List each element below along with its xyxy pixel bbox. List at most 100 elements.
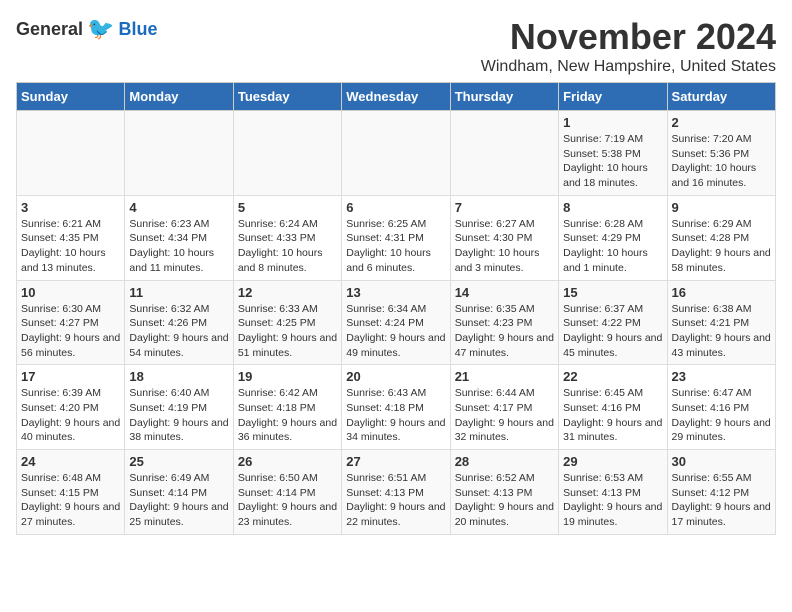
day-cell: 5 Sunrise: 6:24 AM Sunset: 4:33 PM Daylig… (233, 195, 341, 280)
day-info: Sunrise: 6:40 AM Sunset: 4:19 PM Dayligh… (129, 386, 228, 445)
day-info: Sunrise: 6:52 AM Sunset: 4:13 PM Dayligh… (455, 471, 554, 530)
day-info: Sunrise: 6:28 AM Sunset: 4:29 PM Dayligh… (563, 217, 662, 276)
day-cell: 8 Sunrise: 6:28 AM Sunset: 4:29 PM Daylig… (559, 195, 667, 280)
day-info: Sunrise: 6:38 AM Sunset: 4:21 PM Dayligh… (672, 302, 771, 361)
week-row-2: 3 Sunrise: 6:21 AM Sunset: 4:35 PM Daylig… (17, 195, 776, 280)
header-cell-tuesday: Tuesday (233, 83, 341, 111)
day-cell: 14 Sunrise: 6:35 AM Sunset: 4:23 PM Dayli… (450, 280, 558, 365)
day-cell: 29 Sunrise: 6:53 AM Sunset: 4:13 PM Dayli… (559, 450, 667, 535)
day-cell (450, 111, 558, 196)
day-cell: 3 Sunrise: 6:21 AM Sunset: 4:35 PM Daylig… (17, 195, 125, 280)
day-number: 28 (455, 454, 554, 469)
day-number: 18 (129, 369, 228, 384)
day-cell: 17 Sunrise: 6:39 AM Sunset: 4:20 PM Dayli… (17, 365, 125, 450)
day-info: Sunrise: 6:55 AM Sunset: 4:12 PM Dayligh… (672, 471, 771, 530)
day-cell: 19Sunrise: 6:42 AM Sunset: 4:18 PM Dayli… (233, 365, 341, 450)
week-row-1: 1 Sunrise: 7:19 AM Sunset: 5:38 PM Daylig… (17, 111, 776, 196)
header-cell-saturday: Saturday (667, 83, 775, 111)
day-number: 11 (129, 285, 228, 300)
day-number: 16 (672, 285, 771, 300)
day-cell (125, 111, 233, 196)
day-number: 4 (129, 200, 228, 215)
day-number: 8 (563, 200, 662, 215)
day-cell: 18 Sunrise: 6:40 AM Sunset: 4:19 PM Dayli… (125, 365, 233, 450)
title-area: November 2024 Windham, New Hampshire, Un… (481, 16, 776, 76)
day-info: Sunrise: 6:43 AM Sunset: 4:18 PM Dayligh… (346, 386, 445, 445)
week-row-3: 10 Sunrise: 6:30 AM Sunset: 4:27 PM Dayli… (17, 280, 776, 365)
header-cell-friday: Friday (559, 83, 667, 111)
day-info: Sunrise: 6:21 AM Sunset: 4:35 PM Dayligh… (21, 217, 120, 276)
day-cell: 21Sunrise: 6:44 AM Sunset: 4:17 PM Dayli… (450, 365, 558, 450)
day-info: Sunrise: 7:20 AM Sunset: 5:36 PM Dayligh… (672, 132, 771, 191)
day-info: Sunrise: 6:34 AM Sunset: 4:24 PM Dayligh… (346, 302, 445, 361)
day-info: Sunrise: 6:51 AM Sunset: 4:13 PM Dayligh… (346, 471, 445, 530)
main-title: November 2024 (481, 16, 776, 58)
day-info: Sunrise: 6:53 AM Sunset: 4:13 PM Dayligh… (563, 471, 662, 530)
subtitle: Windham, New Hampshire, United States (481, 58, 776, 76)
day-cell: 4 Sunrise: 6:23 AM Sunset: 4:34 PM Daylig… (125, 195, 233, 280)
logo-blue: Blue (118, 19, 157, 40)
day-cell (342, 111, 450, 196)
day-number: 5 (238, 200, 337, 215)
day-cell: 28 Sunrise: 6:52 AM Sunset: 4:13 PM Dayli… (450, 450, 558, 535)
logo: General 🐦 Blue (16, 16, 157, 42)
day-info: Sunrise: 6:39 AM Sunset: 4:20 PM Dayligh… (21, 386, 120, 445)
day-number: 1 (563, 115, 662, 130)
day-cell: 15 Sunrise: 6:37 AM Sunset: 4:22 PM Dayli… (559, 280, 667, 365)
header: General 🐦 Blue November 2024 Windham, Ne… (16, 16, 776, 76)
logo-general: General (16, 19, 83, 40)
day-info: Sunrise: 6:45 AM Sunset: 4:16 PM Dayligh… (563, 386, 662, 445)
week-row-5: 24 Sunrise: 6:48 AM Sunset: 4:15 PM Dayli… (17, 450, 776, 535)
day-number: 24 (21, 454, 120, 469)
day-number: 9 (672, 200, 771, 215)
day-cell: 22Sunrise: 6:45 AM Sunset: 4:16 PM Dayli… (559, 365, 667, 450)
day-info: Sunrise: 6:47 AM Sunset: 4:16 PM Dayligh… (672, 386, 771, 445)
header-cell-thursday: Thursday (450, 83, 558, 111)
header-cell-monday: Monday (125, 83, 233, 111)
day-number: 10 (21, 285, 120, 300)
day-info: Sunrise: 6:24 AM Sunset: 4:33 PM Dayligh… (238, 217, 337, 276)
day-info: Sunrise: 6:23 AM Sunset: 4:34 PM Dayligh… (129, 217, 228, 276)
day-cell: 16 Sunrise: 6:38 AM Sunset: 4:21 PM Dayli… (667, 280, 775, 365)
day-info: Sunrise: 6:30 AM Sunset: 4:27 PM Dayligh… (21, 302, 120, 361)
day-cell: 2Sunrise: 7:20 AM Sunset: 5:36 PM Daylig… (667, 111, 775, 196)
header-cell-sunday: Sunday (17, 83, 125, 111)
day-number: 6 (346, 200, 445, 215)
day-info: Sunrise: 6:48 AM Sunset: 4:15 PM Dayligh… (21, 471, 120, 530)
day-number: 29 (563, 454, 662, 469)
day-number: 15 (563, 285, 662, 300)
day-number: 25 (129, 454, 228, 469)
day-info: Sunrise: 6:29 AM Sunset: 4:28 PM Dayligh… (672, 217, 771, 276)
day-cell: 12 Sunrise: 6:33 AM Sunset: 4:25 PM Dayli… (233, 280, 341, 365)
day-cell: 13Sunrise: 6:34 AM Sunset: 4:24 PM Dayli… (342, 280, 450, 365)
header-cell-wednesday: Wednesday (342, 83, 450, 111)
day-cell: 23 Sunrise: 6:47 AM Sunset: 4:16 PM Dayli… (667, 365, 775, 450)
day-info: Sunrise: 6:44 AM Sunset: 4:17 PM Dayligh… (455, 386, 554, 445)
header-row: SundayMondayTuesdayWednesdayThursdayFrid… (17, 83, 776, 111)
day-cell: 1 Sunrise: 7:19 AM Sunset: 5:38 PM Daylig… (559, 111, 667, 196)
day-cell: 26Sunrise: 6:50 AM Sunset: 4:14 PM Dayli… (233, 450, 341, 535)
day-cell: 25Sunrise: 6:49 AM Sunset: 4:14 PM Dayli… (125, 450, 233, 535)
day-cell: 24 Sunrise: 6:48 AM Sunset: 4:15 PM Dayli… (17, 450, 125, 535)
day-cell: 7Sunrise: 6:27 AM Sunset: 4:30 PM Daylig… (450, 195, 558, 280)
calendar-table: SundayMondayTuesdayWednesdayThursdayFrid… (16, 82, 776, 535)
day-number: 12 (238, 285, 337, 300)
day-number: 3 (21, 200, 120, 215)
day-number: 20 (346, 369, 445, 384)
day-number: 23 (672, 369, 771, 384)
day-cell: 9 Sunrise: 6:29 AM Sunset: 4:28 PM Daylig… (667, 195, 775, 280)
day-info: Sunrise: 6:35 AM Sunset: 4:23 PM Dayligh… (455, 302, 554, 361)
day-cell: 10 Sunrise: 6:30 AM Sunset: 4:27 PM Dayli… (17, 280, 125, 365)
day-number: 17 (21, 369, 120, 384)
day-cell: 11Sunrise: 6:32 AM Sunset: 4:26 PM Dayli… (125, 280, 233, 365)
day-cell: 20 Sunrise: 6:43 AM Sunset: 4:18 PM Dayli… (342, 365, 450, 450)
day-info: Sunrise: 6:33 AM Sunset: 4:25 PM Dayligh… (238, 302, 337, 361)
day-number: 26 (238, 454, 337, 469)
day-number: 30 (672, 454, 771, 469)
day-number: 14 (455, 285, 554, 300)
logo-bird-icon: 🐦 (87, 16, 114, 42)
day-number: 7 (455, 200, 554, 215)
day-info: Sunrise: 6:37 AM Sunset: 4:22 PM Dayligh… (563, 302, 662, 361)
day-info: Sunrise: 7:19 AM Sunset: 5:38 PM Dayligh… (563, 132, 662, 191)
day-number: 27 (346, 454, 445, 469)
